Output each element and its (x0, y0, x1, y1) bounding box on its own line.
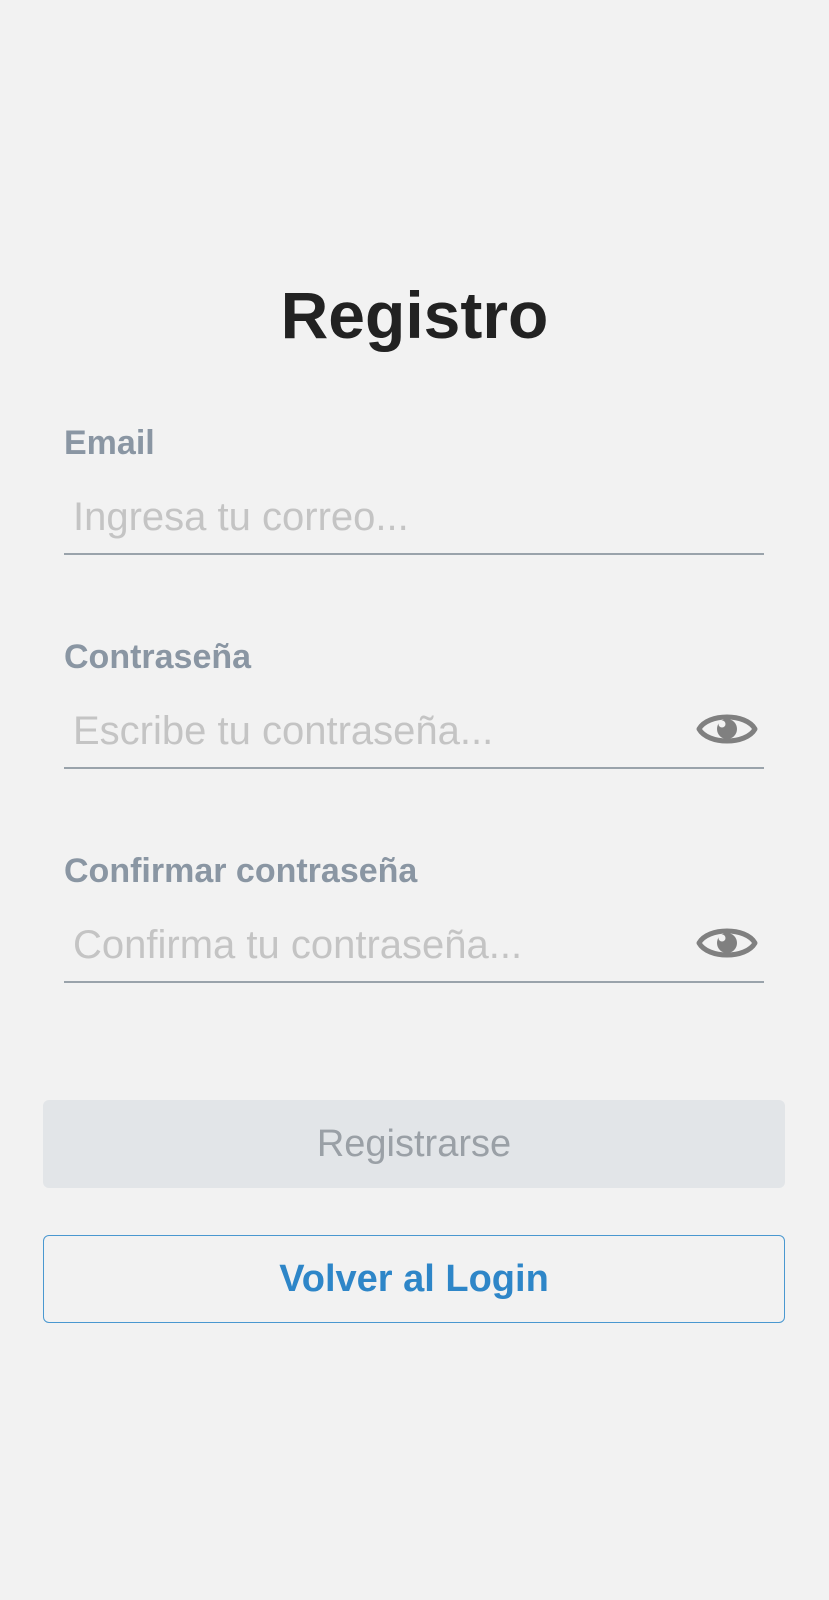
email-field-group: Email (64, 421, 764, 555)
email-input-row (64, 483, 764, 555)
password-label: Contraseña (64, 638, 252, 676)
back-to-login-button[interactable]: Volver al Login (43, 1235, 785, 1323)
page-title: Registro (280, 278, 549, 352)
confirm-password-label: Confirmar contraseña (64, 852, 418, 890)
confirm-password-input-row (64, 911, 764, 983)
password-field-group: Contraseña (64, 635, 764, 769)
password-input[interactable] (64, 697, 764, 765)
register-button[interactable]: Registrarse (43, 1100, 785, 1188)
eye-icon[interactable] (696, 921, 758, 965)
confirm-password-field-group: Confirmar contraseña (64, 849, 764, 983)
confirm-password-input[interactable] (64, 911, 764, 979)
eye-icon[interactable] (696, 707, 758, 751)
password-input-row (64, 697, 764, 769)
email-input[interactable] (64, 483, 764, 551)
email-label: Email (64, 424, 155, 462)
